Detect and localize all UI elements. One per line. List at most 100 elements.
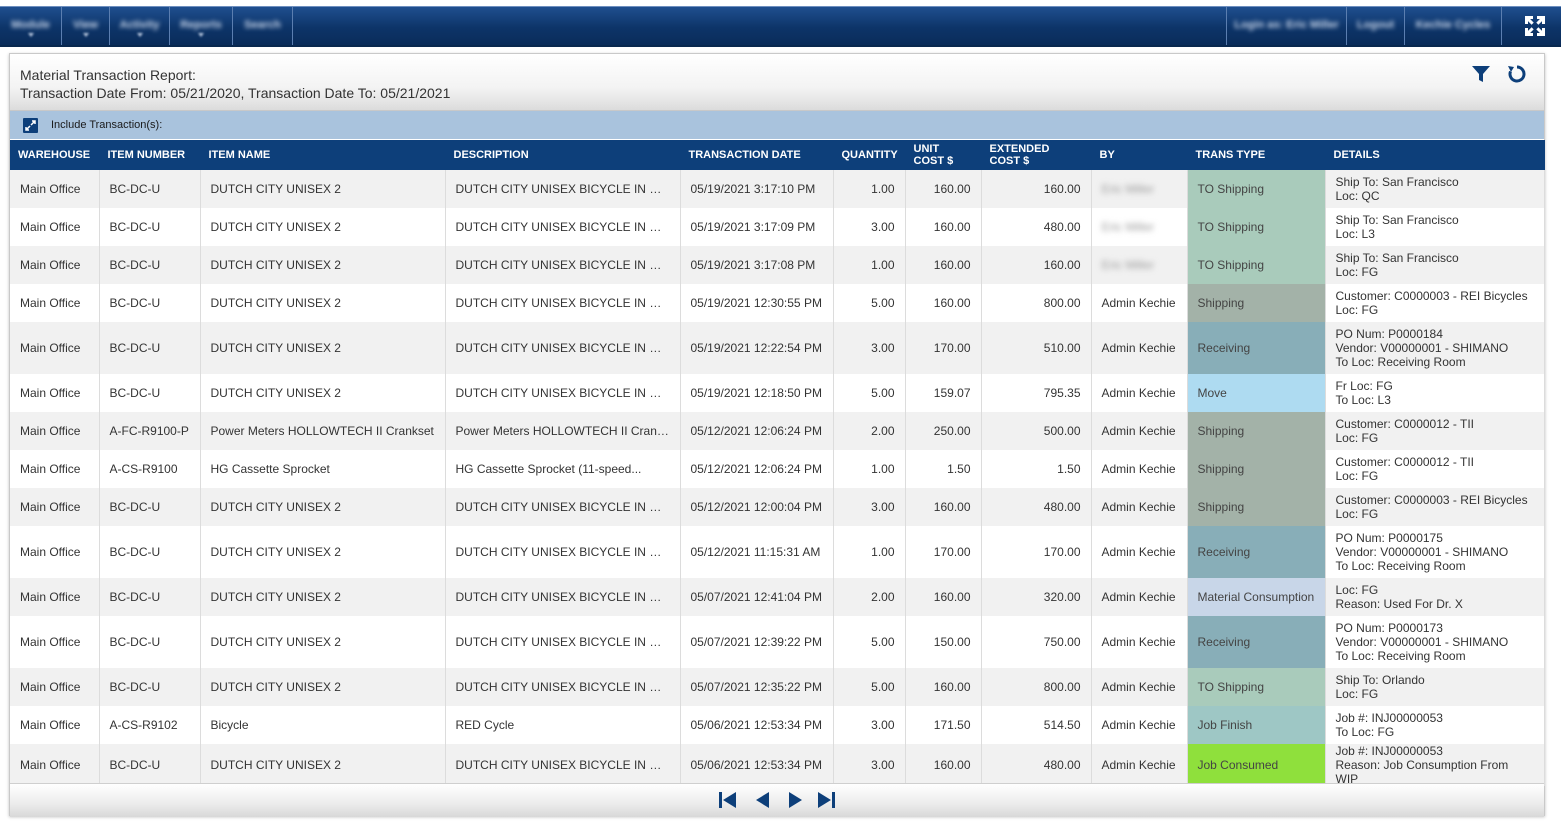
cell-extended-cost: 320.00 — [981, 578, 1092, 616]
cell-trans-type: TO Shipping — [1187, 668, 1326, 706]
col-quantity[interactable]: QUANTITY — [833, 140, 906, 170]
col-unit-cost[interactable]: UNIT COST $ — [905, 140, 982, 170]
cell-transaction-date: 05/07/2021 12:39:22 PM — [680, 616, 834, 668]
cell-trans-type: TO Shipping — [1187, 208, 1326, 246]
cell-transaction-date: 05/12/2021 12:06:24 PM — [680, 412, 834, 450]
table-row[interactable]: Main Office A-FC-R9100-P Power Meters HOLL… — [10, 412, 1545, 450]
report-date-range: Transaction Date From: 05/21/2020, Trans… — [20, 85, 451, 101]
cell-quantity: 3.00 — [833, 208, 906, 246]
details-line: Loc: FG — [1335, 303, 1379, 317]
cell-trans-type: Shipping — [1187, 412, 1326, 450]
cell-item-number: BC-DC-U — [99, 208, 201, 246]
cell-by: Eric Miller — [1091, 208, 1188, 246]
col-description[interactable]: DESCRIPTION — [445, 140, 681, 170]
cell-item-number: BC-DC-U — [99, 488, 201, 526]
cell-by: Admin Kechie — [1091, 706, 1188, 744]
cell-trans-type: Shipping — [1187, 284, 1326, 322]
details-line: PO Num: P0000173 — [1335, 621, 1443, 635]
cell-warehouse: Main Office — [10, 526, 100, 578]
table-row[interactable]: Main Office A-CS-R9100 HG Cassette Sprocke… — [10, 450, 1545, 488]
cell-item-number: BC-DC-U — [99, 322, 201, 374]
filter-icon[interactable] — [1471, 64, 1491, 84]
cell-warehouse: Main Office — [10, 208, 100, 246]
nav-reports-label: Reports — [180, 19, 222, 31]
nav-reports-menu[interactable]: Reports — [170, 7, 233, 45]
cell-extended-cost: 500.00 — [981, 412, 1092, 450]
cell-unit-cost: 160.00 — [905, 668, 982, 706]
table-row[interactable]: Main Office BC-DC-U DUTCH CITY UNISEX 2 DUT… — [10, 208, 1545, 246]
cell-description: DUTCH CITY UNISEX BICYCLE IN MATTE BLACK — [445, 246, 681, 284]
user-name: Eric Miller — [1101, 220, 1155, 234]
cell-trans-type: Shipping — [1187, 450, 1326, 488]
cell-extended-cost: 800.00 — [981, 668, 1092, 706]
table-row[interactable]: Main Office BC-DC-U DUTCH CITY UNISEX 2 DUT… — [10, 322, 1545, 374]
col-warehouse[interactable]: WAREHOUSE — [10, 140, 100, 170]
cell-extended-cost: 795.35 — [981, 374, 1092, 412]
col-item-name[interactable]: ITEM NAME — [200, 140, 446, 170]
cell-transaction-date: 05/19/2021 12:30:55 PM — [680, 284, 834, 322]
expand-icon — [1525, 16, 1545, 36]
cell-details: Customer: C0000012 - TII Loc: FG — [1325, 450, 1545, 488]
col-trans-type[interactable]: TRANS TYPE — [1187, 140, 1326, 170]
table-row[interactable]: Main Office BC-DC-U DUTCH CITY UNISEX 2 DUT… — [10, 170, 1545, 208]
details-line: Vendor: V00000001 - SHIMANO — [1335, 635, 1509, 649]
last-page-icon[interactable] — [816, 791, 836, 809]
table-row[interactable]: Main Office BC-DC-U DUTCH CITY UNISEX 2 DUT… — [10, 488, 1545, 526]
col-transaction-date[interactable]: TRANSACTION DATE — [680, 140, 834, 170]
cell-by: Admin Kechie — [1091, 616, 1188, 668]
cell-details: PO Num: P0000184 Vendor: V00000001 - SHIM… — [1325, 322, 1545, 374]
cell-extended-cost: 480.00 — [981, 208, 1092, 246]
nav-module-menu[interactable]: Module — [0, 7, 62, 45]
user-name: Eric Miller — [1101, 182, 1155, 196]
cell-item-number: BC-DC-U — [99, 616, 201, 668]
prev-page-icon[interactable] — [753, 791, 773, 809]
cell-extended-cost: 514.50 — [981, 706, 1092, 744]
cell-unit-cost: 160.00 — [905, 170, 982, 208]
next-page-icon[interactable] — [785, 791, 805, 809]
fullscreen-button[interactable] — [1501, 7, 1561, 45]
nav-login-user[interactable]: Login as: Eric Miller — [1226, 7, 1346, 45]
cell-warehouse: Main Office — [10, 284, 100, 322]
cell-transaction-date: 05/07/2021 12:35:22 PM — [680, 668, 834, 706]
nav-company-menu[interactable]: Kechie Cycles — [1404, 7, 1501, 45]
table-row[interactable]: Main Office BC-DC-U DUTCH CITY UNISEX 2 DUT… — [10, 246, 1545, 284]
details-line: Job #: INJ00000053 — [1335, 744, 1443, 758]
cell-by: Admin Kechie — [1091, 450, 1188, 488]
nav-activity-menu[interactable]: Activity — [110, 7, 170, 45]
cell-description: DUTCH CITY UNISEX BICYCLE IN MATTE BLACK — [445, 322, 681, 374]
cell-transaction-date: 05/19/2021 3:17:09 PM — [680, 208, 834, 246]
table-row[interactable]: Main Office BC-DC-U DUTCH CITY UNISEX 2 DUT… — [10, 526, 1545, 578]
table-row[interactable]: Main Office A-CS-R9102 Bicycle RED Cycle 05/… — [10, 706, 1545, 744]
nav-search-button[interactable]: Search — [233, 7, 293, 45]
cell-description: DUTCH CITY UNISEX BICYCLE IN MATTE BLACK — [445, 668, 681, 706]
cell-unit-cost: 160.00 — [905, 488, 982, 526]
nav-view-menu[interactable]: View — [62, 7, 110, 45]
col-details[interactable]: DETAILS — [1325, 140, 1545, 170]
cell-by: Admin Kechie — [1091, 322, 1188, 374]
cell-item-name: DUTCH CITY UNISEX 2 — [200, 322, 446, 374]
table-row[interactable]: Main Office BC-DC-U DUTCH CITY UNISEX 2 DUT… — [10, 616, 1545, 668]
first-page-icon[interactable] — [718, 791, 738, 809]
table-row[interactable]: Main Office BC-DC-U DUTCH CITY UNISEX 2 DUT… — [10, 578, 1545, 616]
cell-trans-type: Material Consumption — [1187, 578, 1326, 616]
refresh-icon[interactable] — [1507, 64, 1527, 84]
details-line: To Loc: Receiving Room — [1335, 649, 1466, 663]
nav-logout-label: Logout — [1356, 19, 1395, 31]
cell-trans-type: Receiving — [1187, 526, 1326, 578]
col-extended-cost[interactable]: EXTENDED COST $ — [981, 140, 1092, 170]
col-by[interactable]: BY — [1091, 140, 1188, 170]
table-row[interactable]: Main Office BC-DC-U DUTCH CITY UNISEX 2 DUT… — [10, 374, 1545, 412]
nav-logout-button[interactable]: Logout — [1346, 7, 1404, 45]
details-line: Loc: FG — [1335, 507, 1379, 521]
include-transactions-label: Include Transaction(s): — [51, 119, 163, 131]
table-row[interactable]: Main Office BC-DC-U DUTCH CITY UNISEX 2 DUT… — [10, 668, 1545, 706]
table-row[interactable]: Main Office BC-DC-U DUTCH CITY UNISEX 2 DUT… — [10, 744, 1545, 786]
cell-unit-cost: 170.00 — [905, 322, 982, 374]
cell-extended-cost: 480.00 — [981, 488, 1092, 526]
expand-toggle-icon[interactable] — [23, 118, 38, 133]
details-line: PO Num: P0000175 — [1335, 531, 1443, 545]
cell-warehouse: Main Office — [10, 616, 100, 668]
table-row[interactable]: Main Office BC-DC-U DUTCH CITY UNISEX 2 DUT… — [10, 284, 1545, 322]
cell-description: RED Cycle — [445, 706, 681, 744]
col-item-number[interactable]: ITEM NUMBER — [99, 140, 201, 170]
